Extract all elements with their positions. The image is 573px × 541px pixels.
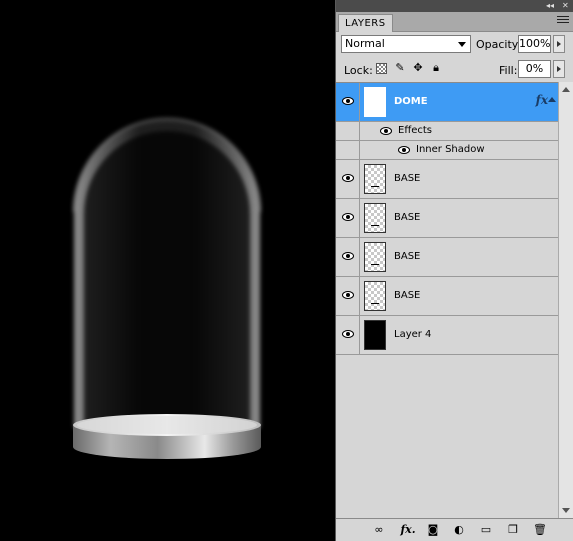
blend-mode-value: Normal — [345, 37, 385, 50]
lock-all-icon[interactable]: 🔒︎ — [430, 62, 442, 74]
link-icon[interactable]: ∞ — [372, 523, 386, 537]
collapse-icon[interactable]: ◂◂ — [546, 0, 554, 12]
empty-visibility-cell — [336, 122, 360, 140]
layer-name: BASE — [394, 212, 421, 223]
adjustment-icon[interactable]: ◐ — [452, 523, 466, 537]
empty-visibility-cell — [336, 141, 360, 159]
panel-title-bar[interactable]: ◂◂ ✕ — [336, 0, 573, 12]
folder-icon[interactable]: ▭ — [479, 523, 493, 537]
effects-row[interactable]: Effects — [336, 122, 558, 141]
visibility-toggle[interactable] — [336, 238, 360, 276]
layer-name: Layer 4 — [394, 329, 432, 340]
effects-label: Effects — [398, 125, 432, 136]
layer-row-base[interactable]: BASE — [336, 199, 558, 238]
visibility-toggle[interactable] — [336, 199, 360, 237]
layer-row-base[interactable]: BASE — [336, 160, 558, 199]
scroll-up-icon[interactable] — [562, 87, 570, 92]
effect-label: Inner Shadow — [416, 144, 485, 155]
opacity-input[interactable]: 100% — [518, 35, 551, 53]
layer-name: DOME — [394, 96, 428, 107]
fx-icon[interactable]: fx. — [398, 523, 418, 537]
eye-icon — [342, 97, 354, 105]
expand-effects-icon[interactable] — [548, 97, 556, 102]
layer-name: BASE — [394, 173, 421, 184]
layer-row-base[interactable]: BASE — [336, 238, 558, 277]
fill-label: Fill: — [499, 64, 518, 77]
trash-icon[interactable]: 🗑︎ — [533, 523, 547, 537]
layer-list: DOME fx Effects Inner Shadow BASE BASE B… — [336, 82, 558, 518]
layers-bottom-toolbar: ∞ fx. ◙ ◐ ▭ ❐ 🗑︎ — [336, 518, 573, 541]
panel-menu-icon[interactable] — [557, 16, 569, 26]
layer-thumbnail — [364, 281, 386, 311]
new-layer-icon[interactable]: ❐ — [506, 523, 520, 537]
visibility-toggle[interactable] — [336, 277, 360, 315]
document-canvas[interactable] — [0, 0, 335, 541]
eye-icon — [342, 291, 354, 299]
visibility-toggle[interactable] — [336, 316, 360, 354]
layer-thumbnail — [364, 320, 386, 350]
visibility-toggle[interactable] — [336, 83, 360, 121]
layer-name: BASE — [394, 290, 421, 301]
eye-icon — [342, 174, 354, 182]
layer-list-scrollbar[interactable] — [558, 82, 573, 518]
lock-position-icon[interactable]: ✥ — [412, 62, 424, 74]
layer-thumbnail — [364, 164, 386, 194]
effect-row-inner-shadow[interactable]: Inner Shadow — [336, 141, 558, 160]
lock-pixels-icon[interactable]: ✎ — [394, 62, 406, 74]
eye-icon[interactable] — [380, 127, 392, 135]
layer-thumbnail — [364, 87, 386, 117]
eye-icon — [342, 252, 354, 260]
layer-row-dome[interactable]: DOME fx — [336, 83, 558, 122]
lock-transparency-icon[interactable] — [376, 63, 387, 74]
eye-icon — [342, 330, 354, 338]
eye-icon — [342, 213, 354, 221]
opacity-slider-button[interactable] — [553, 35, 565, 53]
tab-layers[interactable]: LAYERS — [338, 14, 393, 32]
chevron-down-icon — [458, 42, 466, 47]
scroll-down-icon[interactable] — [562, 508, 570, 513]
close-icon[interactable]: ✕ — [562, 0, 569, 12]
blend-mode-select[interactable]: Normal — [341, 35, 471, 53]
glass-dome-artwork — [73, 118, 261, 459]
fill-input[interactable]: 0% — [518, 60, 551, 78]
layer-row-base[interactable]: BASE — [336, 277, 558, 316]
lock-label: Lock: — [344, 64, 373, 77]
mask-icon[interactable]: ◙ — [426, 523, 440, 537]
layer-thumbnail — [364, 242, 386, 272]
visibility-toggle[interactable] — [336, 160, 360, 198]
layers-panel: ◂◂ ✕ LAYERS Normal Opacity: 100% Lock: ✎… — [335, 0, 573, 541]
layer-name: BASE — [394, 251, 421, 262]
eye-icon[interactable] — [398, 146, 410, 154]
fx-icon[interactable]: fx — [536, 93, 548, 107]
layer-thumbnail — [364, 203, 386, 233]
opacity-label: Opacity: — [476, 38, 522, 51]
tab-bar: LAYERS — [336, 12, 573, 32]
fill-slider-button[interactable] — [553, 60, 565, 78]
layer-row-layer-4[interactable]: Layer 4 — [336, 316, 558, 355]
